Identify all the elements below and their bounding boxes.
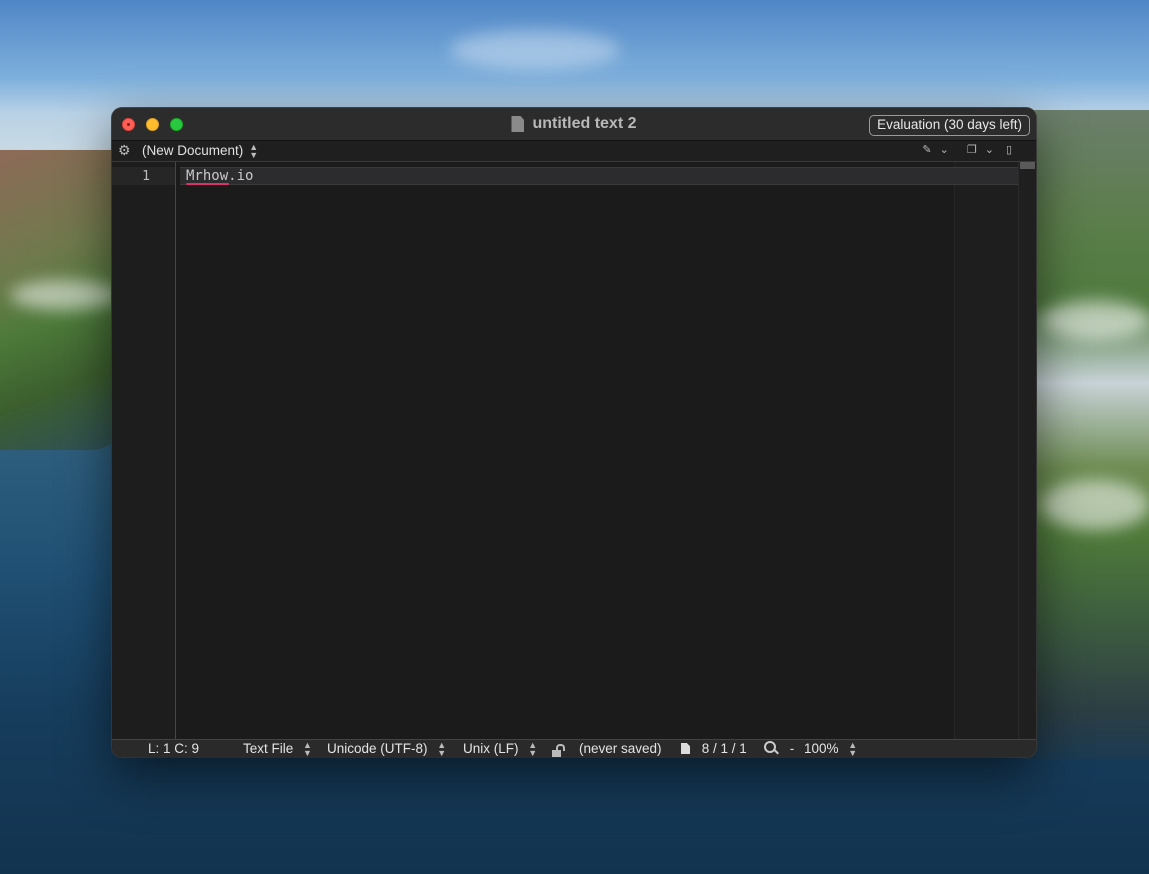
navigation-bar: ⚙ (New Document) ▲ ▼ ✎ ⌄ ❐ ⌄ ▯ bbox=[112, 141, 1036, 162]
cursor-position[interactable]: L: 1 C: 9 bbox=[148, 741, 199, 756]
line-endings-label: Unix (LF) bbox=[463, 741, 519, 756]
gear-icon[interactable]: ⚙ bbox=[118, 143, 132, 157]
up-down-chevron-icon: ▲ ▼ bbox=[303, 740, 312, 757]
cloud bbox=[1040, 480, 1149, 530]
up-down-chevron-icon: ▲ ▼ bbox=[437, 740, 447, 757]
editor-window: untitled text 2 Evaluation (30 days left… bbox=[112, 108, 1036, 757]
zoom-out-button[interactable]: - bbox=[790, 741, 795, 756]
status-bar: L: 1 C: 9 Text File ▲ ▼ Unicode (UTF-8) ▲… bbox=[112, 739, 1036, 757]
zoom-control[interactable]: - bbox=[764, 741, 794, 756]
text-line[interactable]: Mrhow.io bbox=[186, 168, 253, 184]
encoding-menu[interactable]: Unicode (UTF-8) ▲ ▼ bbox=[327, 741, 446, 757]
magnifier-icon bbox=[764, 741, 776, 753]
editor-area: 1 Mrhow.io bbox=[112, 162, 1036, 739]
document-stats[interactable]: 8 / 1 / 1 bbox=[681, 741, 747, 756]
document-selector-label: (New Document) bbox=[142, 143, 244, 158]
up-down-chevron-icon: ▲ ▼ bbox=[249, 142, 259, 161]
evaluation-button[interactable]: Evaluation (30 days left) bbox=[869, 115, 1030, 136]
chevron-down-icon[interactable]: ⌄ bbox=[985, 143, 994, 156]
text-editing-area[interactable]: Mrhow.io bbox=[176, 162, 1020, 739]
desktop-scenery-right bbox=[1019, 110, 1149, 760]
page-guide-column bbox=[954, 162, 1020, 739]
scrollbar-thumb[interactable] bbox=[1020, 162, 1035, 169]
zoom-level-menu[interactable]: 100% ▲ ▼ bbox=[804, 741, 857, 757]
file-type-label: Text File bbox=[243, 741, 294, 756]
document-selector[interactable]: (New Document) ▲ ▼ bbox=[142, 142, 259, 161]
spellcheck-underline bbox=[186, 183, 229, 185]
chevron-down-icon[interactable]: ⌄ bbox=[940, 143, 949, 156]
window-title: untitled text 2 bbox=[532, 115, 637, 132]
lock-icon[interactable] bbox=[552, 744, 565, 757]
pencil-icon[interactable]: ✎ bbox=[922, 143, 931, 156]
save-state: (never saved) bbox=[579, 741, 662, 756]
line-endings-menu[interactable]: Unix (LF) ▲ ▼ bbox=[463, 741, 537, 757]
title-bar[interactable]: untitled text 2 Evaluation (30 days left… bbox=[112, 108, 1036, 141]
cloud bbox=[450, 30, 620, 70]
cloud bbox=[1040, 300, 1149, 340]
document-icon bbox=[681, 743, 690, 754]
up-down-chevron-icon: ▲ ▼ bbox=[528, 740, 538, 757]
current-line-highlight bbox=[180, 167, 1019, 185]
file-type-menu[interactable]: Text File ▲ ▼ bbox=[243, 741, 312, 757]
zoom-level-label: 100% bbox=[804, 741, 839, 756]
copy-icon[interactable]: ❐ bbox=[967, 143, 977, 156]
line-number-gutter: 1 bbox=[112, 162, 176, 739]
vertical-scrollbar[interactable] bbox=[1018, 162, 1036, 739]
document-icon bbox=[511, 116, 525, 132]
document-icon[interactable]: ▯ bbox=[1006, 143, 1012, 156]
line-number: 1 bbox=[142, 169, 150, 184]
up-down-chevron-icon: ▲ ▼ bbox=[848, 740, 858, 757]
navbar-right-tools: ✎ ⌄ ❐ ⌄ ▯ bbox=[922, 143, 1012, 156]
cloud bbox=[10, 280, 120, 310]
encoding-label: Unicode (UTF-8) bbox=[327, 741, 428, 756]
counts-label: 8 / 1 / 1 bbox=[701, 741, 747, 756]
